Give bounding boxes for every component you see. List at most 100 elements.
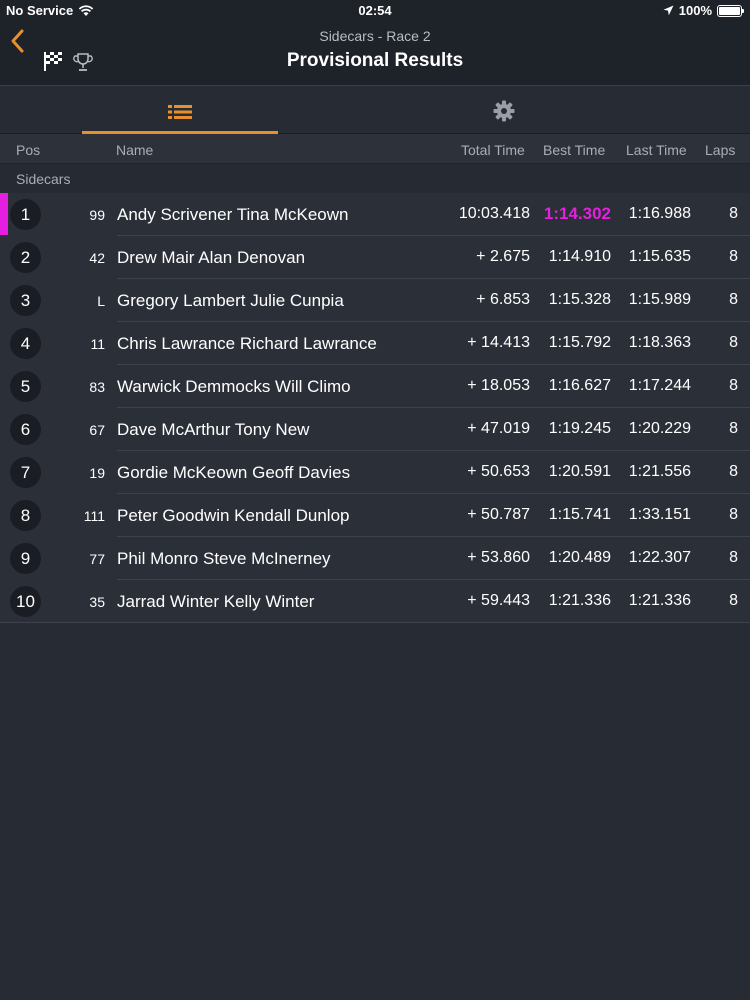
rider-names: Jarrad Winter Kelly Winter: [117, 592, 315, 611]
laps-count: 8: [729, 248, 738, 265]
col-best-header: Best Time: [543, 142, 606, 158]
laps-count: 8: [729, 592, 738, 609]
result-row[interactable]: 4 11 Chris Lawrance Richard Lawrance + 1…: [0, 322, 750, 365]
car-number: 77: [89, 551, 105, 567]
result-row[interactable]: 2 42 Drew Mair Alan Denovan + 2.675 1:14…: [0, 236, 750, 279]
col-total-header: Total Time: [461, 142, 525, 158]
col-pos-header: Pos: [16, 142, 41, 158]
tab-results-list[interactable]: [82, 86, 278, 134]
car-number: 99: [89, 207, 105, 223]
position-badge: 10: [10, 586, 41, 617]
last-time: 1:22.307: [628, 549, 691, 566]
result-row[interactable]: 7 19 Gordie McKeown Geoff Davies + 50.65…: [0, 451, 750, 494]
total-time: + 50.653: [467, 463, 530, 480]
best-time-fastest: 1:14.302: [543, 204, 611, 223]
rider-names: Phil Monro Steve McInerney: [117, 549, 331, 568]
car-number: 35: [89, 594, 105, 610]
battery-percent: 100%: [678, 3, 712, 18]
position-badge: 4: [10, 328, 41, 359]
car-number: 67: [89, 422, 105, 438]
best-time: 1:14.910: [548, 248, 611, 265]
nav-header: Sidecars - Race 2 Provisional Results: [0, 20, 750, 86]
tab-bar: [0, 86, 750, 134]
class-group-label: Sidecars: [16, 171, 71, 187]
status-bar: No Service 02:54 100%: [0, 0, 750, 20]
laps-count: 8: [729, 506, 738, 523]
clock: 02:54: [358, 3, 392, 18]
car-number: 42: [89, 250, 105, 266]
best-time: 1:15.741: [548, 506, 611, 523]
position-badge: 1: [10, 199, 41, 230]
race-subtitle: Sidecars - Race 2: [319, 28, 431, 44]
rider-names: Chris Lawrance Richard Lawrance: [117, 334, 377, 353]
last-time: 1:20.229: [628, 420, 691, 437]
col-laps-header: Laps: [705, 142, 736, 158]
total-time: + 50.787: [467, 506, 530, 523]
rider-names: Warwick Demmocks Will Climo: [117, 377, 351, 396]
list-icon: [168, 105, 192, 119]
result-row[interactable]: 5 83 Warwick Demmocks Will Climo + 18.05…: [0, 365, 750, 408]
rider-names: Drew Mair Alan Denovan: [117, 248, 306, 267]
laps-count: 8: [729, 549, 738, 566]
car-number: 83: [89, 379, 105, 395]
position-badge: 2: [10, 242, 41, 273]
best-time: 1:20.489: [548, 549, 611, 566]
car-number: 11: [90, 336, 105, 352]
best-time: 1:16.627: [548, 377, 611, 394]
result-row[interactable]: 3 L Gregory Lambert Julie Cunpia + 6.853…: [0, 279, 750, 322]
laps-count: 8: [729, 377, 738, 394]
battery-icon: [717, 4, 744, 17]
best-time: 1:21.336: [548, 592, 611, 609]
rider-names: Andy Scrivener Tina McKeown: [117, 205, 349, 224]
result-row[interactable]: 9 77 Phil Monro Steve McInerney + 53.860…: [0, 537, 750, 580]
total-time: + 6.853: [476, 291, 530, 308]
result-row[interactable]: 10 35 Jarrad Winter Kelly Winter + 59.44…: [0, 580, 750, 623]
best-time: 1:20.591: [548, 463, 611, 480]
position-badge: 9: [10, 543, 41, 574]
tab-settings[interactable]: [406, 86, 602, 134]
car-number: 111: [83, 508, 105, 524]
best-time: 1:19.245: [548, 420, 611, 437]
total-time: + 14.413: [467, 334, 530, 351]
position-badge: 6: [10, 414, 41, 445]
rider-names: Peter Goodwin Kendall Dunlop: [117, 506, 350, 525]
total-time: + 59.443: [467, 592, 530, 609]
laps-count: 8: [729, 420, 738, 437]
total-time: + 18.053: [467, 377, 530, 394]
best-time: 1:15.328: [548, 291, 611, 308]
last-time: 1:21.336: [628, 592, 691, 609]
result-row[interactable]: 1 99 Andy Scrivener Tina McKeown 10:03.4…: [0, 193, 750, 236]
laps-count: 8: [729, 463, 738, 480]
result-row[interactable]: 6 67 Dave McArthur Tony New + 47.019 1:1…: [0, 408, 750, 451]
gear-icon: [493, 100, 515, 122]
total-time: 10:03.418: [458, 205, 530, 222]
location-arrow-icon: [663, 5, 674, 16]
last-time: 1:15.635: [628, 248, 691, 265]
laps-count: 8: [729, 334, 738, 351]
last-time: 1:33.151: [628, 506, 691, 523]
class-group-header: Sidecars: [0, 164, 750, 193]
col-name-header: Name: [116, 142, 154, 158]
total-time: + 47.019: [467, 420, 530, 437]
total-time: + 53.860: [467, 549, 530, 566]
col-last-header: Last Time: [626, 142, 687, 158]
laps-count: 8: [729, 205, 738, 222]
results-list: 1 99 Andy Scrivener Tina McKeown 10:03.4…: [0, 193, 750, 623]
position-badge: 7: [10, 457, 41, 488]
last-time: 1:17.244: [628, 377, 691, 394]
result-row[interactable]: 8 111 Peter Goodwin Kendall Dunlop + 50.…: [0, 494, 750, 537]
leader-marker: [0, 193, 8, 235]
rider-names: Dave McArthur Tony New: [117, 420, 310, 439]
rider-names: Gregory Lambert Julie Cunpia: [117, 291, 344, 310]
results-column-headers: Pos Name Total Time Best Time Last Time …: [0, 134, 750, 164]
car-number: L: [97, 293, 105, 309]
last-time: 1:18.363: [628, 334, 691, 351]
last-time: 1:15.989: [628, 291, 691, 308]
last-time: 1:16.988: [628, 205, 691, 222]
page-title: Provisional Results: [286, 50, 464, 71]
laps-count: 8: [729, 291, 738, 308]
position-badge: 5: [10, 371, 41, 402]
total-time: + 2.675: [476, 248, 530, 265]
best-time: 1:15.792: [548, 334, 611, 351]
last-time: 1:21.556: [628, 463, 691, 480]
